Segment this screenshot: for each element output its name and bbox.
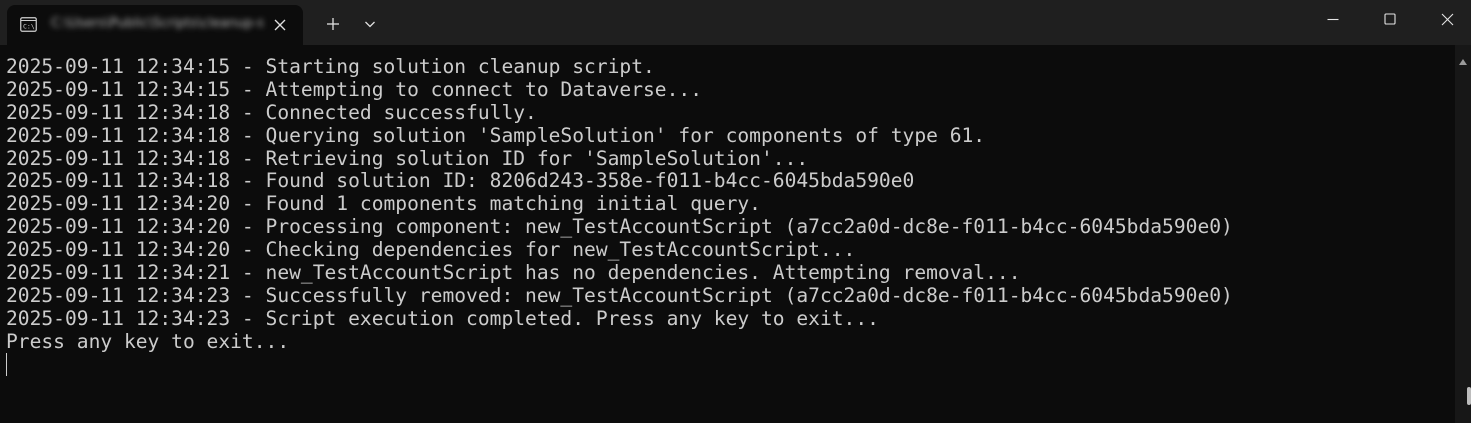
console-line: Press any key to exit... [6,329,290,353]
title-bar[interactable]: C:\ C:\Users\Public\Scripts\cleanup-solu… [0,0,1471,45]
tab-title: C:\Users\Public\Scripts\cleanup-solution… [51,16,263,31]
console-line: 2025-09-11 12:34:20 - Processing compone… [6,215,1233,239]
console-line: 2025-09-11 12:34:15 - Starting solution … [6,55,655,78]
tab-active[interactable]: C:\ C:\Users\Public\Scripts\cleanup-solu… [7,5,303,45]
tab-dropdown-button[interactable] [356,10,384,38]
console-icon: C:\ [20,17,37,32]
minimize-button[interactable] [1305,0,1361,40]
console-line: 2025-09-11 12:34:18 - Querying solution … [6,123,986,147]
console-line: 2025-09-11 12:34:23 - Script execution c… [6,306,879,330]
chevron-down-icon [365,21,375,28]
console-line: 2025-09-11 12:34:18 - Retrieving solutio… [6,146,809,170]
text-cursor [6,353,7,376]
console-line: 2025-09-11 12:34:18 - Found solution ID:… [6,169,915,193]
scrollbar-thumb[interactable] [1467,387,1471,405]
console-line: 2025-09-11 12:34:15 - Attempting to conn… [6,77,702,101]
scroll-up-icon[interactable] [1458,53,1468,65]
console-lines: 2025-09-11 12:34:15 - Starting solution … [6,55,1233,354]
console-line: 2025-09-11 12:34:20 - Found 1 components… [6,192,761,216]
plus-icon [327,18,339,30]
terminal-window: C:\ C:\Users\Public\Scripts\cleanup-solu… [0,0,1471,423]
console-line: 2025-09-11 12:34:23 - Successfully remov… [6,283,1233,307]
close-icon [1441,13,1454,26]
minimize-icon [1327,18,1339,21]
svg-text:C:\: C:\ [23,23,35,31]
console-line: 2025-09-11 12:34:20 - Checking dependenc… [6,238,856,262]
console-line: 2025-09-11 12:34:21 - new_TestAccountScr… [6,261,1021,285]
close-window-button[interactable] [1419,0,1471,40]
maximize-icon [1384,13,1396,25]
tab-close-icon[interactable] [270,15,290,35]
console-output[interactable]: 2025-09-11 12:34:15 - Starting solution … [0,45,1455,423]
console-line: 2025-09-11 12:34:18 - Connected successf… [6,100,537,124]
new-tab-button[interactable] [316,10,350,38]
vertical-scrollbar[interactable] [1455,45,1471,423]
maximize-button[interactable] [1362,0,1418,40]
